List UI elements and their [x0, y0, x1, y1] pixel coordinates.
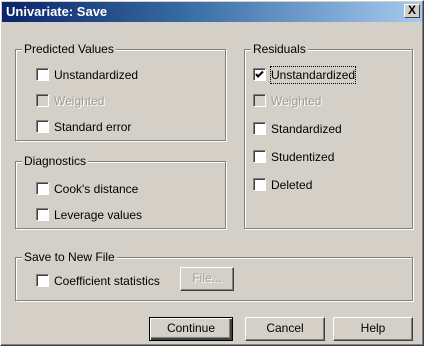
- residual-studentized-checkbox[interactable]: [253, 150, 266, 163]
- predicted-standard-error-checkbox[interactable]: [36, 120, 49, 133]
- predicted-weighted-checkbox: [36, 94, 49, 107]
- cooks-distance-label: Cook's distance: [54, 182, 139, 196]
- coefficient-statistics-checkbox[interactable]: [36, 274, 49, 287]
- residuals-group: Residuals Unstandardized Weighted Standa…: [244, 42, 413, 229]
- predicted-standard-error-label: Standard error: [54, 120, 132, 134]
- predicted-unstandardized-checkbox[interactable]: [36, 68, 49, 81]
- residual-weighted-checkbox: [253, 94, 266, 107]
- predicted-unstandardized-label: Unstandardized: [54, 68, 139, 82]
- predicted-weighted-label: Weighted: [54, 94, 105, 108]
- close-button[interactable]: X: [404, 4, 420, 18]
- cancel-button[interactable]: Cancel: [245, 317, 325, 341]
- save-to-new-file-legend: Save to New File: [22, 250, 117, 264]
- checkmark-icon: [255, 70, 264, 78]
- save-to-new-file-group: Save to New File Coefficient statistics …: [15, 250, 413, 301]
- predicted-values-legend: Predicted Values: [22, 42, 116, 56]
- title-bar: Univariate: Save X: [2, 2, 422, 22]
- cooks-distance-checkbox[interactable]: [36, 182, 49, 195]
- window-title: Univariate: Save: [6, 4, 108, 19]
- continue-button[interactable]: Continue: [149, 317, 233, 341]
- leverage-values-checkbox[interactable]: [36, 208, 49, 221]
- residual-standardized-checkbox[interactable]: [253, 122, 266, 135]
- help-button[interactable]: Help: [333, 317, 413, 341]
- residual-weighted-label: Weighted: [271, 94, 322, 108]
- close-icon: X: [407, 3, 416, 17]
- leverage-values-label: Leverage values: [54, 208, 143, 222]
- residual-studentized-label: Studentized: [271, 150, 335, 164]
- coefficient-statistics-label: Coefficient statistics: [54, 274, 160, 288]
- residual-unstandardized-label: Unstandardized: [269, 66, 357, 84]
- predicted-values-group: Predicted Values Unstandardized Weighted…: [15, 42, 226, 141]
- residual-deleted-label: Deleted: [271, 178, 313, 192]
- residual-unstandardized-checkbox[interactable]: [253, 68, 266, 81]
- residual-standardized-label: Standardized: [271, 122, 342, 136]
- diagnostics-group: Diagnostics Cook's distance Leverage val…: [15, 154, 226, 229]
- save-dialog: Univariate: Save X Predicted Values Unst…: [0, 0, 424, 346]
- diagnostics-legend: Diagnostics: [22, 154, 89, 168]
- residual-deleted-checkbox[interactable]: [253, 178, 266, 191]
- file-button: File...: [180, 267, 234, 291]
- residuals-legend: Residuals: [251, 42, 308, 56]
